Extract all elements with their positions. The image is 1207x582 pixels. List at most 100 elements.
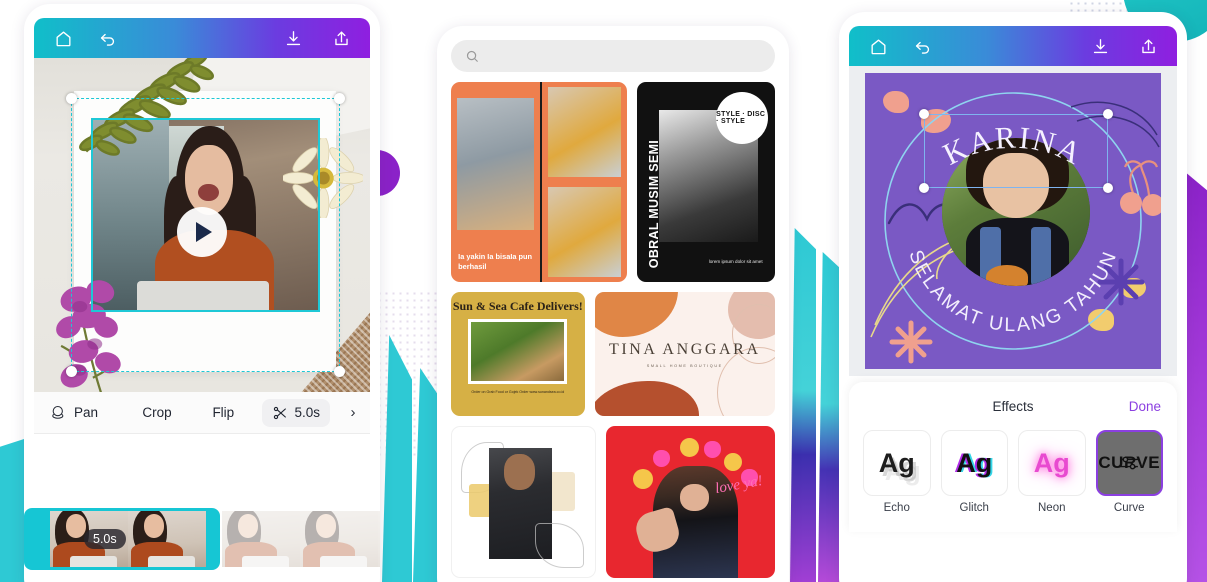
phone-editor-video: Pan Crop Flip 5.0s › 5.0s [24, 4, 380, 582]
toolbar-more-chevron-icon[interactable]: › [336, 404, 370, 421]
resize-handle-top-right[interactable] [333, 93, 345, 105]
resize-handle-bottom-left[interactable] [65, 365, 77, 377]
trim-tool[interactable]: 5.0s [256, 398, 336, 427]
emoji-sticker [724, 453, 743, 472]
template-badge: STYLE · DISC · STYLE [716, 92, 769, 144]
emoji-sticker [633, 468, 654, 489]
effect-sample-text: Ag [1033, 447, 1070, 478]
sliders-icon [1120, 456, 1139, 470]
template-cafe[interactable]: Sun & Sea Cafe Delivers! Order on Grab F… [451, 292, 585, 416]
screenshot-root: Pan Crop Flip 5.0s › 5.0s Ia yakin Ia bi… [0, 0, 1207, 582]
template-photo [468, 318, 568, 384]
phone-editor-text-effects: SELAMAT ULANG TAHUN KARINA Effects Done … [839, 12, 1187, 582]
search-field[interactable] [488, 49, 761, 63]
download-icon[interactable] [280, 25, 306, 51]
effect-sample-text: Ag [956, 447, 993, 478]
timeline-thumb [300, 511, 378, 567]
phone1-app-bar [34, 18, 370, 58]
effects-list: Ag Echo Ag Glitch Ag Neon CURVE Curve [849, 420, 1177, 514]
effect-label: Curve [1113, 502, 1145, 514]
template-black-sale[interactable]: STYLE · DISC · STYLE OBRAL MUSIM SEMI lo… [637, 82, 775, 282]
template-caption: Ia yakin Ia bisaIa pun berhasil [458, 252, 533, 272]
phone3-app-bar [849, 26, 1177, 66]
effect-label: Echo [883, 502, 910, 514]
template-grid: Ia yakin Ia bisaIa pun berhasil STYLE · … [437, 72, 789, 578]
effect-thumbnail[interactable]: Ag [863, 430, 931, 496]
template-title: OBRAL MUSIM SEMI [646, 139, 661, 268]
play-button-icon[interactable] [177, 206, 227, 257]
template-photo [457, 98, 534, 230]
emoji-sticker [653, 450, 671, 468]
pan-tool[interactable]: Pan [34, 404, 124, 421]
template-blob-1 [594, 292, 678, 337]
phone1-canvas[interactable] [34, 58, 370, 392]
effect-sample-text: Ag [878, 447, 915, 478]
pan-label: Pan [74, 405, 99, 420]
effect-thumbnail[interactable]: Ag [1018, 430, 1086, 496]
effect-thumbnail[interactable]: Ag [940, 430, 1008, 496]
phone1-timeline[interactable]: 5.0s 12.7s [24, 506, 380, 572]
flip-label: Flip [212, 405, 235, 420]
crop-label: Crop [142, 405, 172, 420]
timeline-thumb [378, 511, 380, 567]
template-badge-text: STYLE · DISC · STYLE [716, 111, 766, 125]
effect-option-echo[interactable]: Ag Echo [863, 430, 931, 514]
template-subtitle: SMALL HOME BOUTIQUE [646, 364, 723, 369]
template-photo-face [503, 454, 535, 490]
timeline-remaining-clips[interactable]: 12.7s [222, 511, 380, 567]
phone3-canvas[interactable]: SELAMAT ULANG TAHUN KARINA [849, 66, 1177, 376]
download-icon[interactable] [1087, 33, 1113, 59]
template-blob-2 [594, 381, 700, 416]
text-selection-box[interactable] [924, 114, 1108, 189]
effect-label: Neon [1038, 502, 1066, 514]
effects-panel: Effects Done Ag Echo Ag Glitch Ag Neon C… [849, 382, 1177, 532]
effect-option-glitch[interactable]: Ag Glitch [940, 430, 1008, 514]
birthday-design[interactable]: SELAMAT ULANG TAHUN KARINA [865, 73, 1161, 369]
template-orange-collage[interactable]: Ia yakin Ia bisaIa pun berhasil [451, 82, 628, 282]
clip1-duration-badge: 5.0s [84, 529, 126, 549]
home-icon[interactable] [50, 25, 76, 51]
done-button[interactable]: Done [1129, 399, 1161, 414]
template-photo [548, 87, 622, 177]
scissors-icon [274, 406, 287, 419]
emoji-sticker [704, 441, 722, 459]
home-icon[interactable] [865, 33, 891, 59]
template-right-column [541, 82, 627, 282]
template-footer: Order on Grab Food or Gojek Order www.su… [471, 389, 565, 394]
effects-panel-header: Effects Done [849, 392, 1177, 420]
template-subtitle: lorem ipsum dolor sit amet [708, 259, 763, 265]
flip-tool[interactable]: Flip [190, 405, 256, 420]
template-red-emoji[interactable]: love ya! [606, 426, 775, 578]
gradient-stripe-1 [790, 228, 816, 582]
undo-icon[interactable] [94, 25, 120, 51]
effects-panel-title: Effects [992, 398, 1034, 414]
template-title: TINA ANGGARA [608, 340, 761, 358]
template-collage-man[interactable] [451, 426, 597, 578]
template-row-1: Ia yakin Ia bisaIa pun berhasil STYLE · … [451, 82, 775, 282]
template-tina[interactable]: TINA ANGGARA SMALL HOME BOUTIQUE [594, 292, 775, 416]
trim-chip[interactable]: 5.0s [262, 398, 330, 427]
effect-thumbnail-selected[interactable]: CURVE [1095, 430, 1163, 496]
share-icon[interactable] [328, 25, 354, 51]
template-photo-face [680, 483, 710, 512]
search-input[interactable] [451, 40, 775, 72]
effect-option-curve[interactable]: CURVE Curve [1095, 430, 1163, 514]
share-icon[interactable] [1135, 33, 1161, 59]
template-left-column: Ia yakin Ia bisaIa pun berhasil [451, 82, 542, 282]
resize-handle-bottom-right[interactable] [333, 365, 345, 377]
template-row-2: Sun & Sea Cafe Delivers! Order on Grab F… [451, 292, 775, 416]
timeline-thumb [128, 511, 206, 567]
search-wrapper [451, 40, 775, 72]
search-icon [466, 50, 478, 62]
template-row-3: love ya! [451, 426, 775, 578]
effect-option-neon[interactable]: Ag Neon [1018, 430, 1086, 514]
timeline-selected-clip[interactable]: 5.0s [24, 508, 220, 570]
template-title: Sun & Sea Cafe Delivers! [452, 299, 583, 313]
template-photo [548, 187, 622, 277]
undo-icon[interactable] [909, 33, 935, 59]
resize-handle-top-left[interactable] [65, 93, 77, 105]
emoji-sticker [680, 438, 700, 458]
effect-label: Glitch [959, 502, 989, 514]
crop-tool[interactable]: Crop [124, 405, 190, 420]
timeline-thumb [222, 511, 300, 567]
